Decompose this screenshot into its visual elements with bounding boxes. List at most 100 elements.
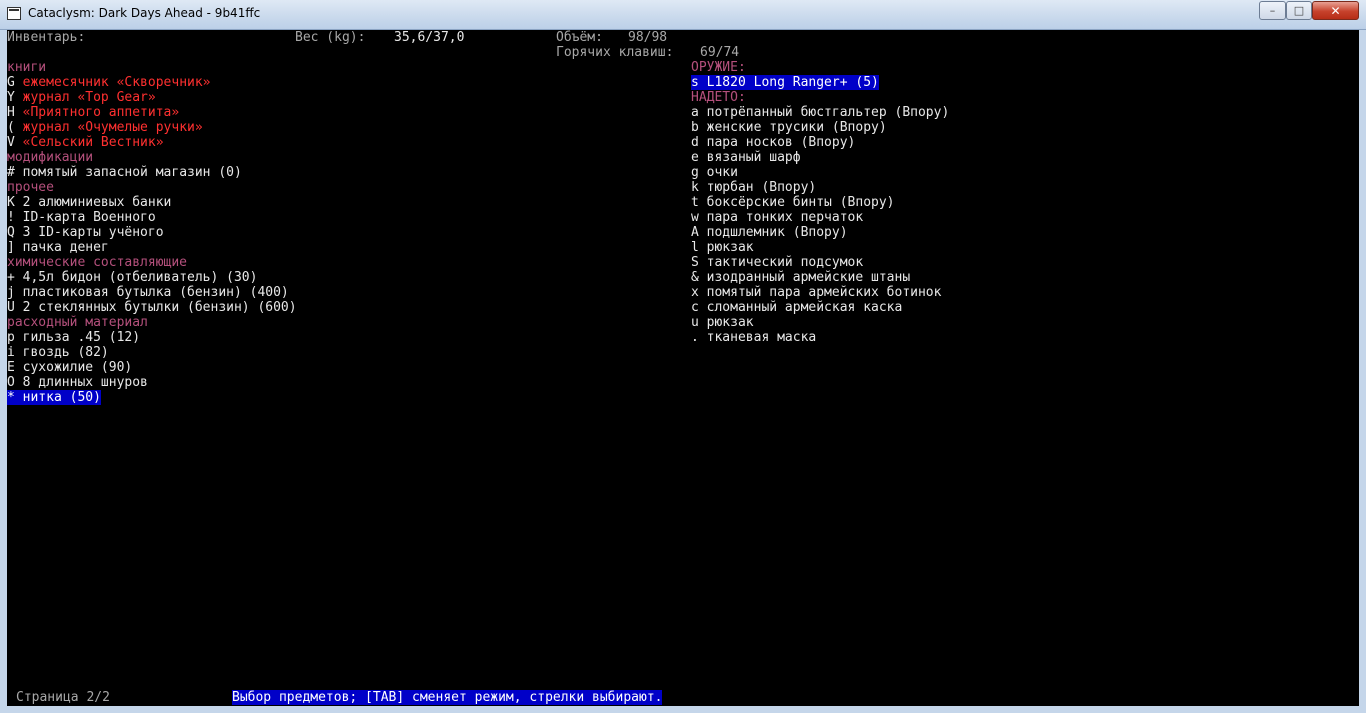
maximize-icon: □ — [1293, 4, 1305, 17]
item-name: «Приятного аппетита» — [22, 105, 180, 120]
inventory-item[interactable]: u рюкзак — [691, 315, 754, 330]
category-header: книги — [7, 60, 47, 75]
item-hotkey: p — [7, 330, 15, 345]
item-hotkey: a — [691, 105, 699, 120]
item-name: вязаный шарф — [706, 150, 801, 165]
item-hotkey: ( — [7, 120, 15, 135]
item-hotkey: ! — [7, 210, 15, 225]
hotkeys-label: Горячих клавиш: — [556, 45, 674, 60]
item-hotkey: l — [691, 240, 699, 255]
category-header: модификации — [7, 150, 94, 165]
item-hotkey: x — [691, 285, 699, 300]
game-terminal[interactable]: Инвентарь: Вес (kg): 35,6/37,0 Объём: 98… — [7, 30, 1359, 706]
inventory-item[interactable]: Y журнал «Top Gear» — [7, 90, 156, 105]
inventory-item[interactable]: K 2 алюминиевых банки — [7, 195, 171, 210]
inventory-item[interactable]: V «Сельский Вестник» — [7, 135, 164, 150]
inventory-item[interactable]: . тканевая маска — [691, 330, 816, 345]
inventory-item[interactable]: e вязаный шарф — [691, 150, 801, 165]
item-name: потрёпанный бюстгальтер (Впору) — [706, 105, 950, 120]
app-icon — [7, 7, 21, 20]
item-hotkey: g — [691, 165, 699, 180]
inventory-item[interactable]: ! ID-карта Военного — [7, 210, 156, 225]
inventory-item[interactable]: a потрёпанный бюстгальтер (Впору) — [691, 105, 949, 120]
inventory-item[interactable]: t боксёрские бинты (Впору) — [691, 195, 895, 210]
inventory-item[interactable]: S тактический подсумок — [691, 255, 863, 270]
inventory-item[interactable]: Q 3 ID-карты учёного — [7, 225, 164, 240]
item-name: очки — [706, 165, 738, 180]
item-name: тюрбан (Впору) — [706, 180, 817, 195]
item-hotkey: H — [7, 105, 15, 120]
inventory-item[interactable]: c сломанный армейская каска — [691, 300, 902, 315]
inventory-item[interactable]: l рюкзак — [691, 240, 754, 255]
inventory-item[interactable]: x помятый пара армейских ботинок — [691, 285, 941, 300]
weight-value: 35,6/37,0 — [394, 30, 465, 45]
item-name: рюкзак — [706, 240, 754, 255]
inventory-item[interactable]: j пластиковая бутылка (бензин) (400) — [7, 285, 289, 300]
item-name: L1820 Long Ranger+ (5) — [706, 75, 879, 90]
item-hotkey: k — [691, 180, 699, 195]
inventory-item[interactable]: * нитка (50) — [7, 390, 101, 405]
item-name: нитка (50) — [22, 390, 101, 405]
inventory-item[interactable]: E сухожилие (90) — [7, 360, 132, 375]
item-name: ежемесячник «Скворечник» — [22, 75, 211, 90]
inventory-item[interactable]: G ежемесячник «Скворечник» — [7, 75, 211, 90]
inventory-item[interactable]: O 8 длинных шнуров — [7, 375, 148, 390]
close-button[interactable]: ✕ — [1312, 1, 1359, 20]
inventory-item[interactable]: A подшлемник (Впору) — [691, 225, 848, 240]
inventory-item[interactable]: ] пачка денег — [7, 240, 109, 255]
inventory-item[interactable]: i гвоздь (82) — [7, 345, 109, 360]
inventory-item[interactable]: ( журнал «Очумелые ручки» — [7, 120, 203, 135]
window-titlebar[interactable]: Cataclysm: Dark Days Ahead - 9b41ffc – □… — [0, 0, 1366, 30]
inventory-item[interactable]: U 2 стеклянных бутылки (бензин) (600) — [7, 300, 297, 315]
item-name: сухожилие (90) — [22, 360, 133, 375]
category-header: ОРУЖИЕ: — [691, 60, 746, 75]
item-name: журнал «Очумелые ручки» — [22, 120, 203, 135]
item-name: пластиковая бутылка (бензин) (400) — [22, 285, 289, 300]
item-hotkey: # — [7, 165, 15, 180]
window-frame-bottom — [0, 706, 1366, 713]
item-name: пара тонких перчаток — [706, 210, 864, 225]
item-name: 2 алюминиевых банки — [22, 195, 172, 210]
volume-label: Объём: — [556, 30, 603, 45]
item-name: женские трусики (Впору) — [706, 120, 887, 135]
item-hotkey: V — [7, 135, 15, 150]
maximize-button[interactable]: □ — [1286, 1, 1312, 20]
inventory-item[interactable]: b женские трусики (Впору) — [691, 120, 887, 135]
page-indicator: Страница 2/2 — [16, 690, 110, 705]
minimize-button[interactable]: – — [1259, 1, 1286, 20]
close-icon: ✕ — [1330, 3, 1341, 18]
item-hotkey: E — [7, 360, 15, 375]
category-header: НАДЕТО: — [691, 90, 746, 105]
item-name: 8 длинных шнуров — [22, 375, 148, 390]
inventory-item[interactable]: k тюрбан (Впору) — [691, 180, 816, 195]
item-name: рюкзак — [706, 315, 754, 330]
item-name: помятый запасной магазин (0) — [22, 165, 242, 180]
inventory-item[interactable]: H «Приятного аппетита» — [7, 105, 179, 120]
item-hotkey: U — [7, 300, 15, 315]
item-name: тканевая маска — [706, 330, 817, 345]
inventory-item[interactable]: # помятый запасной магазин (0) — [7, 165, 242, 180]
item-name: журнал «Top Gear» — [22, 90, 156, 105]
item-name: помятый пара армейских ботинок — [706, 285, 942, 300]
item-hotkey: S — [691, 255, 699, 270]
minimize-icon: – — [1269, 4, 1276, 17]
inventory-item[interactable]: s L1820 Long Ranger+ (5) — [691, 75, 879, 90]
item-hotkey: Y — [7, 90, 15, 105]
item-name: гильза .45 (12) — [22, 330, 141, 345]
item-name: боксёрские бинты (Впору) — [706, 195, 895, 210]
item-name: 3 ID-карты учёного — [22, 225, 164, 240]
item-hotkey: c — [691, 300, 699, 315]
inventory-item[interactable]: g очки — [691, 165, 738, 180]
item-hotkey: u — [691, 315, 699, 330]
inventory-item[interactable]: d пара носков (Впору) — [691, 135, 855, 150]
inventory-item[interactable]: + 4,5л бидон (отбеливатель) (30) — [7, 270, 257, 285]
item-hotkey: d — [691, 135, 699, 150]
item-hotkey: G — [7, 75, 15, 90]
item-name: «Сельский Вестник» — [22, 135, 164, 150]
inventory-item[interactable]: & изодранный армейские штаны — [691, 270, 910, 285]
category-header: расходный материал — [7, 315, 148, 330]
inventory-item[interactable]: p гильза .45 (12) — [7, 330, 140, 345]
item-hotkey: Q — [7, 225, 15, 240]
item-name: гвоздь (82) — [22, 345, 109, 360]
inventory-item[interactable]: w пара тонких перчаток — [691, 210, 863, 225]
